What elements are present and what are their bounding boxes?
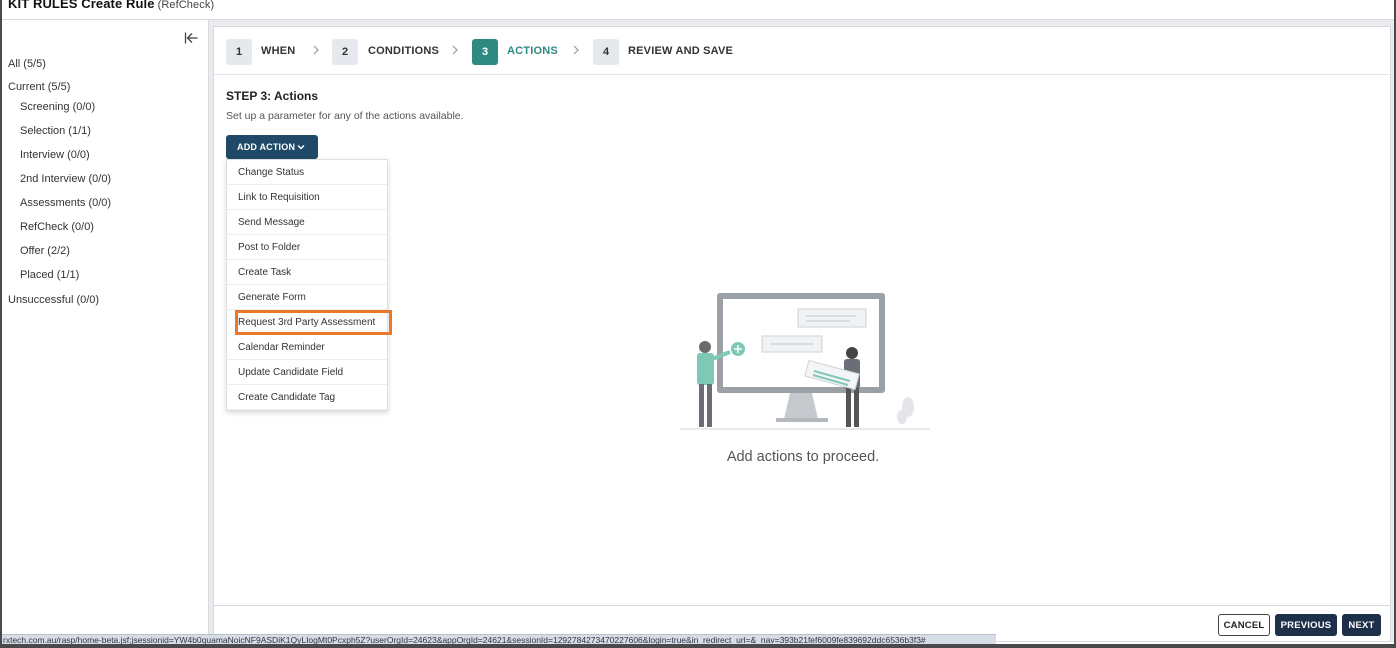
title-subtitle: (RefCheck) (157, 0, 215, 11)
sidebar-item-assessments[interactable]: Assessments (0/0) (20, 197, 111, 209)
menu-item-change-status[interactable]: Change Status (227, 160, 387, 185)
page-title: KIT RULES Create Rule (RefCheck) (8, 0, 214, 11)
step-2-number[interactable]: 2 (332, 39, 358, 65)
step-4-number[interactable]: 4 (593, 39, 619, 65)
sidebar-item-current[interactable]: Current (5/5) (8, 81, 70, 93)
collapse-left-icon (184, 32, 198, 44)
step-description: Set up a parameter for any of the action… (226, 110, 464, 122)
cancel-button[interactable]: CANCEL (1218, 614, 1270, 636)
window-bottom-border (0, 644, 1396, 648)
step-4-review-and-save[interactable]: REVIEW AND SAVE (628, 45, 733, 57)
sidebar-item-offer[interactable]: Offer (2/2) (20, 245, 70, 257)
step-3-number[interactable]: 3 (472, 39, 498, 65)
sidebar-item-placed[interactable]: Placed (1/1) (20, 269, 79, 281)
sidebar-item-unsuccessful[interactable]: Unsuccessful (0/0) (8, 294, 99, 306)
empty-state-message: Add actions to proceed. (726, 449, 880, 465)
chevron-right-icon (573, 45, 579, 55)
sidebar-item-refcheck[interactable]: RefCheck (0/0) (20, 221, 94, 233)
sidebar-item-all[interactable]: All (5/5) (8, 58, 46, 70)
add-action-dropdown-menu: Change Status Link to Requisition Send M… (226, 159, 392, 411)
sidebar-item-screening[interactable]: Screening (0/0) (20, 101, 95, 113)
step-3-actions[interactable]: ACTIONS (507, 45, 558, 57)
menu-item-update-candidate-field[interactable]: Update Candidate Field (227, 360, 387, 385)
menu-item-generate-form[interactable]: Generate Form (227, 285, 387, 310)
sidebar-item-selection[interactable]: Selection (1/1) (20, 125, 91, 137)
chevron-right-icon (313, 45, 319, 55)
empty-state-illustration (680, 293, 930, 430)
stage-sidebar: All (5/5) Current (5/5) Screening (0/0) … (2, 20, 209, 634)
chevron-right-icon (452, 45, 458, 55)
main-panel: 1 WHEN 2 CONDITIONS 3 ACTIONS 4 REVIEW A… (213, 26, 1391, 606)
previous-button[interactable]: PREVIOUS (1275, 614, 1337, 636)
add-action-button[interactable]: ADD ACTION (226, 135, 318, 159)
menu-item-create-candidate-tag[interactable]: Create Candidate Tag (227, 385, 387, 410)
sidebar-item-2nd-interview[interactable]: 2nd Interview (0/0) (20, 173, 111, 185)
menu-item-send-message[interactable]: Send Message (227, 210, 387, 235)
menu-item-request-3rd-party-assessment[interactable]: Request 3rd Party Assessment (235, 310, 392, 335)
collapse-sidebar-button[interactable] (182, 30, 200, 46)
sidebar-item-interview[interactable]: Interview (0/0) (20, 149, 90, 161)
step-wizard: 1 WHEN 2 CONDITIONS 3 ACTIONS 4 REVIEW A… (214, 27, 1390, 75)
step-2-conditions[interactable]: CONDITIONS (368, 45, 439, 57)
step-1-when[interactable]: WHEN (261, 45, 295, 57)
title-bar: KIT RULES Create Rule (RefCheck) (2, 0, 1394, 20)
menu-item-link-to-requisition[interactable]: Link to Requisition (227, 185, 387, 210)
menu-item-create-task[interactable]: Create Task (227, 260, 387, 285)
add-action-label: ADD ACTION (237, 142, 296, 152)
title-text: KIT RULES Create Rule (8, 0, 155, 11)
menu-item-calendar-reminder[interactable]: Calendar Reminder (227, 335, 387, 360)
step-heading: STEP 3: Actions (226, 89, 319, 103)
menu-item-post-to-folder[interactable]: Post to Folder (227, 235, 387, 260)
step-1-number[interactable]: 1 (226, 39, 252, 65)
chevron-down-icon (297, 144, 305, 150)
next-button[interactable]: NEXT (1342, 614, 1381, 636)
